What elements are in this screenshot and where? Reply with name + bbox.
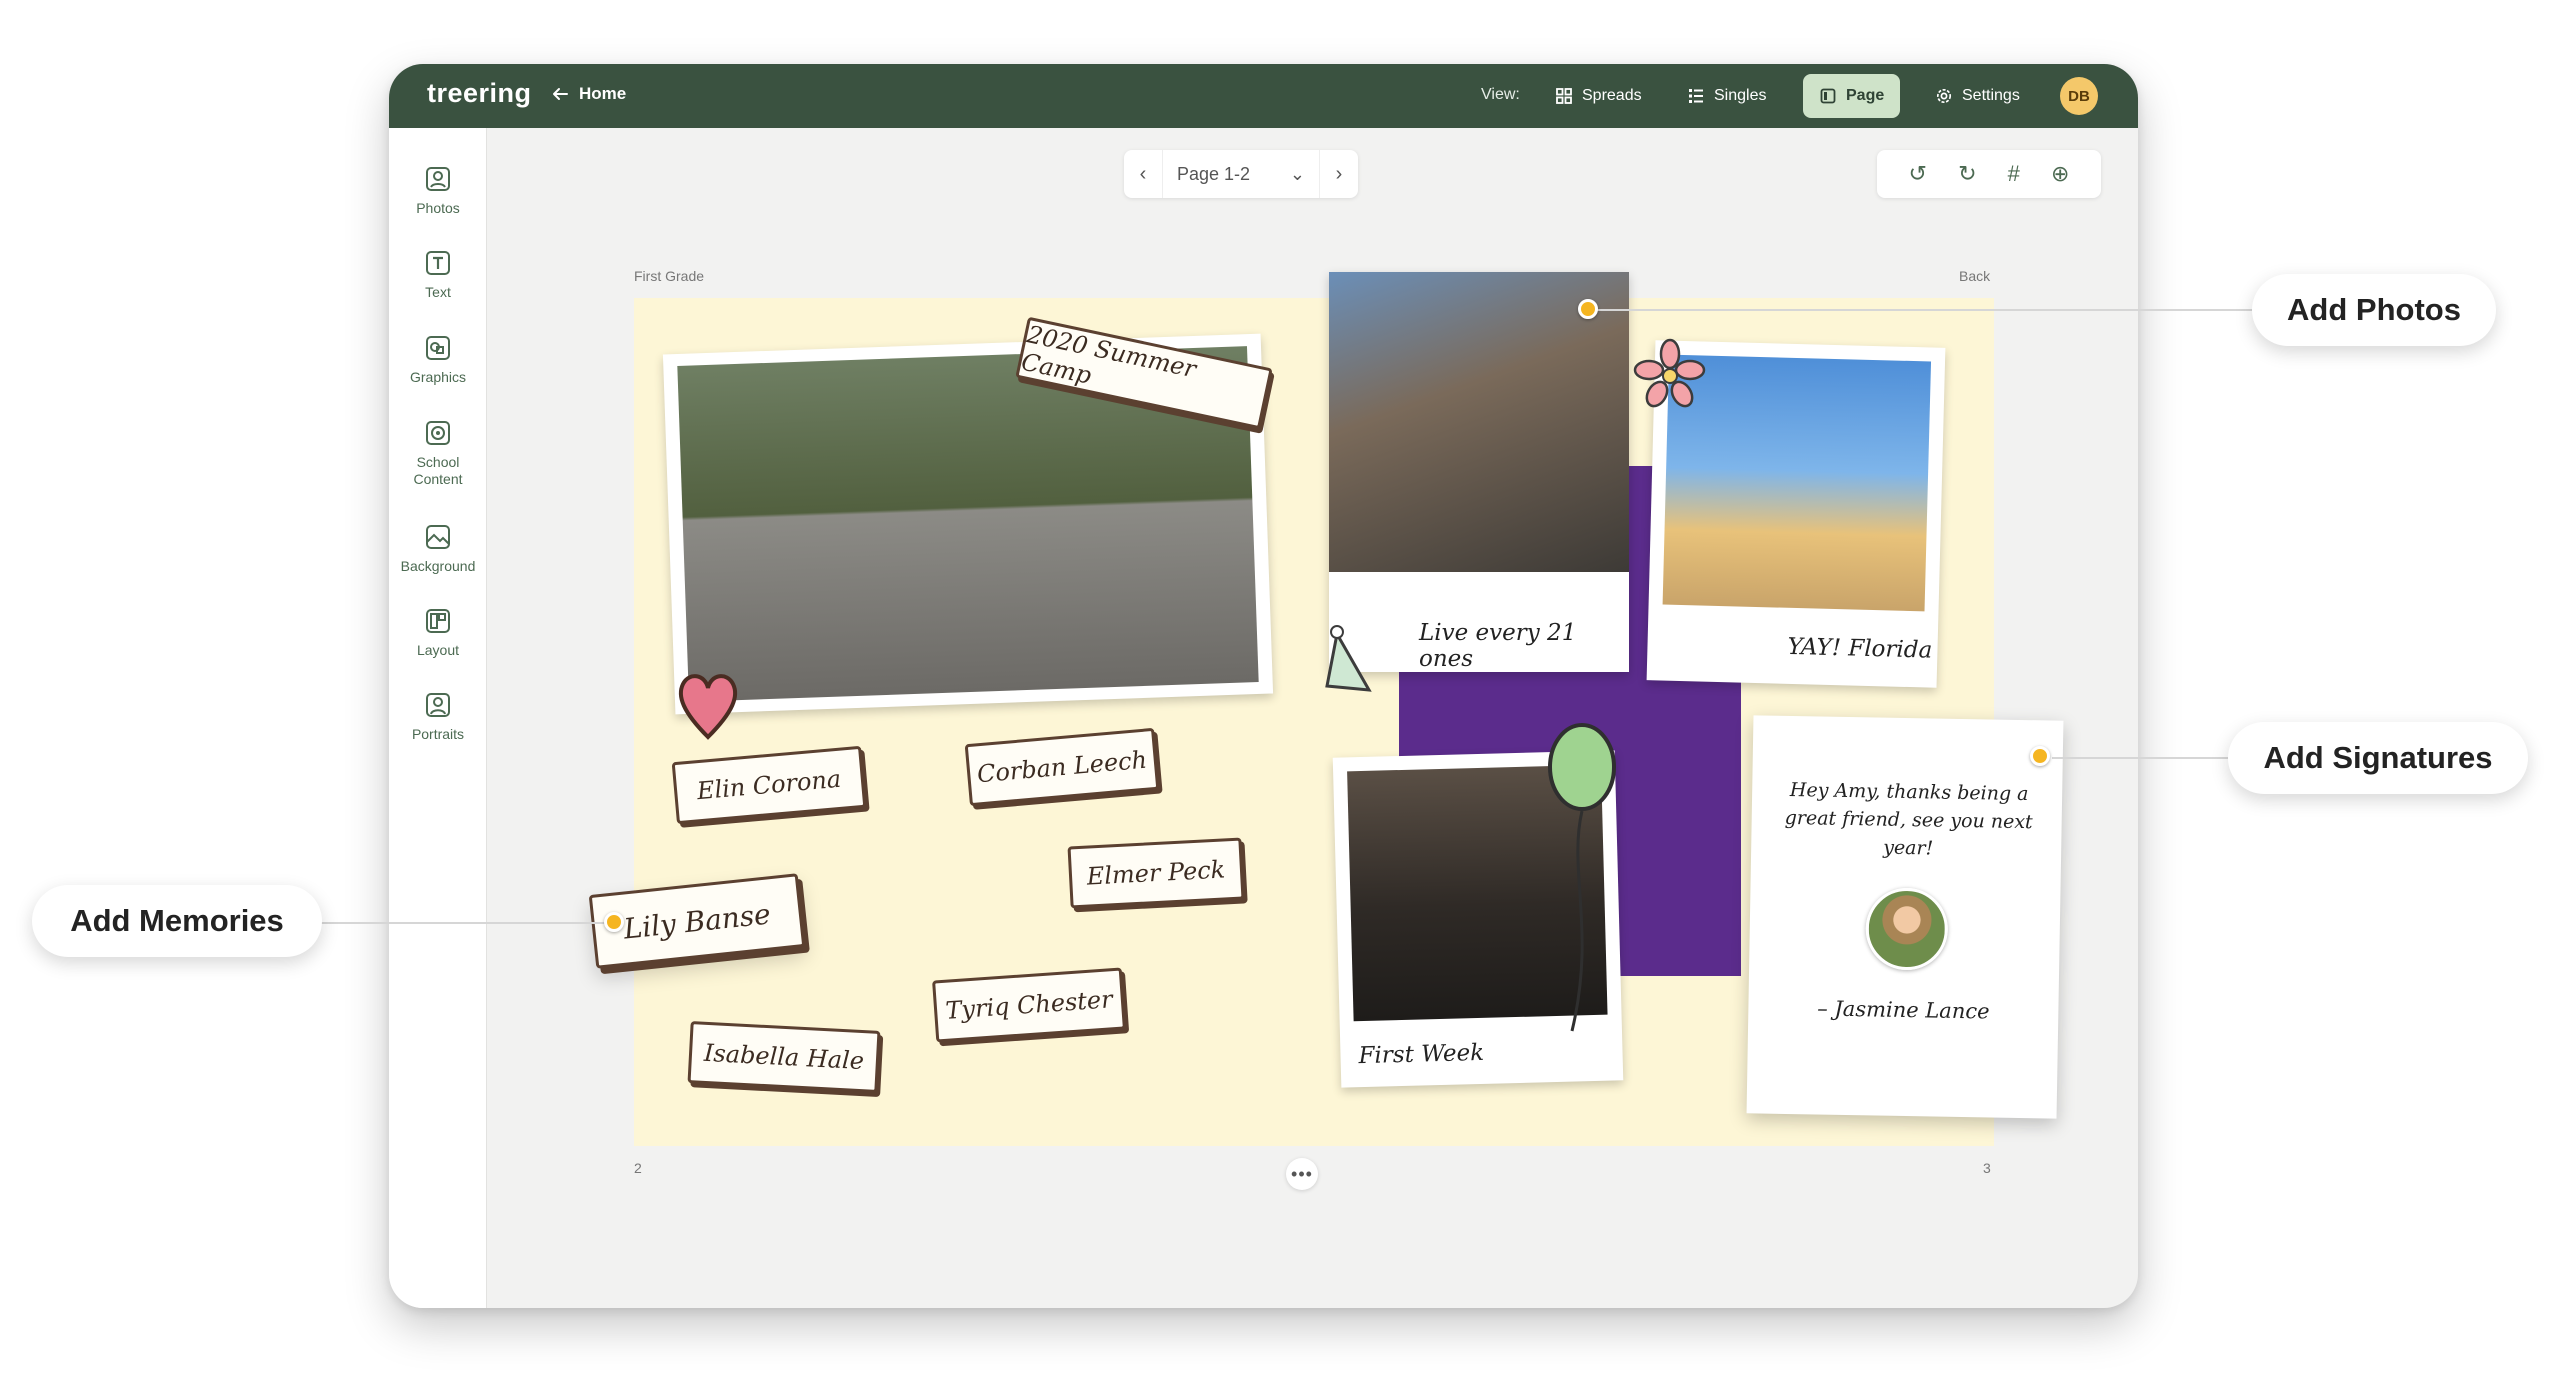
sidebar-item-portraits[interactable]: Portraits [389,690,487,743]
text-icon [426,251,450,275]
view-page-label: Page [1846,87,1885,104]
app-window: treering Home View: Spreads Singles Page… [389,64,2138,1308]
name-banner-tyriq-chester[interactable]: Tyriq Chester [932,967,1126,1043]
add-photos-callout[interactable]: Add Photos [2252,274,2496,346]
sidebar-item-layout[interactable]: Layout [389,606,487,659]
sidebar-item-photos[interactable]: Photos [389,164,487,217]
signature-message: Hey Amy, thanks being a great friend, se… [1784,778,2033,860]
sidebar-item-label: School Content [413,454,463,487]
page-select[interactable]: Page 1-2 ⌄ [1162,150,1320,198]
view-spreads-label: Spreads [1582,87,1642,104]
photo-icon [426,167,450,191]
flower-sticker-icon [1633,338,1706,408]
background-icon [426,525,450,549]
view-label: View: [1481,86,1520,103]
hotspot-signatures[interactable] [2030,746,2050,766]
user-avatar[interactable]: DB [2060,77,2098,115]
left-page-number: 2 [634,1160,642,1176]
next-page-button[interactable]: › [1320,163,1358,186]
sidebar-item-label: Photos [416,200,460,216]
signer-portrait [1865,887,1949,971]
graphics-icon [426,336,450,360]
arrow-left-icon [553,88,568,100]
first-week-photo-caption: First Week [1358,1039,1485,1070]
right-page-number: 3 [1983,1160,1991,1176]
page-navigator: ‹ Page 1-2 ⌄ › [1124,150,1358,198]
florida-photo-caption: YAY! Florida [1787,633,1933,664]
sidebar-item-label: Layout [416,642,460,658]
signer-name: – Jasmine Lance [1817,996,1990,1024]
balloon-sticker-icon [1548,723,1616,1032]
view-singles-button[interactable]: Singles [1671,74,1782,118]
home-link[interactable]: Home [551,84,626,104]
sidebar-item-graphics[interactable]: Graphics [389,333,487,386]
leader-line-signatures [2052,757,2232,759]
gear-icon [1936,88,1952,104]
home-label: Home [579,84,627,103]
heart-sticker-icon[interactable] [673,662,743,742]
sidebar-item-label: Portraits [411,726,465,742]
view-page-button[interactable]: Page [1803,74,1901,118]
page-select-value: Page 1-2 [1177,163,1251,184]
add-signatures-callout[interactable]: Add Signatures [2228,722,2528,794]
add-memories-callout[interactable]: Add Memories [32,885,322,957]
top-bar: treering Home View: Spreads Singles Page… [389,64,2138,128]
view-spreads-button[interactable]: Spreads [1539,74,1658,118]
page-icon [1820,88,1836,104]
sidebar-item-label: Background [400,558,476,574]
list-icon [1689,89,1703,103]
signature-card[interactable]: Hey Amy, thanks being a great friend, se… [1746,715,2064,1119]
left-page-label: First Grade [634,268,705,284]
leader-line-memories [320,922,616,924]
sidebar-item-label: Graphics [409,369,467,385]
app-logo: treering [427,78,532,108]
tools-sidebar: Photos Text Graphics School Content Back… [389,128,487,1308]
prev-page-button[interactable]: ‹ [1124,163,1162,186]
zoom-in-icon[interactable]: ⊕ [2051,161,2069,187]
school-content-icon [426,421,450,445]
sidebar-item-text[interactable]: Text [389,248,487,301]
name-banner-isabella-hale[interactable]: Isabella Hale [687,1021,881,1093]
view-singles-label: Singles [1714,87,1767,104]
right-page-label: Back [1959,268,1991,284]
sidebar-item-background[interactable]: Background [389,522,487,575]
party-hat-sticker-icon [1325,625,1372,692]
chevron-down-icon: ⌄ [1289,163,1305,184]
grid-icon [1556,88,1572,104]
grid-hash-icon[interactable]: # [2008,161,2020,187]
hotspot-photos[interactable] [1578,299,1598,319]
sidebar-item-label: Text [425,284,451,300]
more-options-button[interactable]: ••• [1286,1158,1318,1190]
undo-icon[interactable]: ↺ [1909,161,1927,187]
redo-icon[interactable]: ↻ [1958,161,1976,187]
friends-photo-caption: Live every 21 ones [1419,620,1577,672]
settings-label: Settings [1962,87,2020,104]
leader-line-photos [1590,309,2256,311]
hotspot-memories[interactable] [604,912,624,932]
portraits-icon [426,693,450,717]
settings-button[interactable]: Settings [1919,74,2036,118]
sidebar-item-school-content[interactable]: School Content [389,418,487,488]
name-banner-elmer-peck[interactable]: Elmer Peck [1067,837,1245,909]
marketing-canvas: treering Home View: Spreads Singles Page… [0,0,2552,1400]
layout-icon [426,609,450,633]
friends-polaroid[interactable]: Live every 21 ones [1329,272,1629,672]
canvas-toolbox: ↺ ↻ # ⊕ [1877,150,2101,198]
